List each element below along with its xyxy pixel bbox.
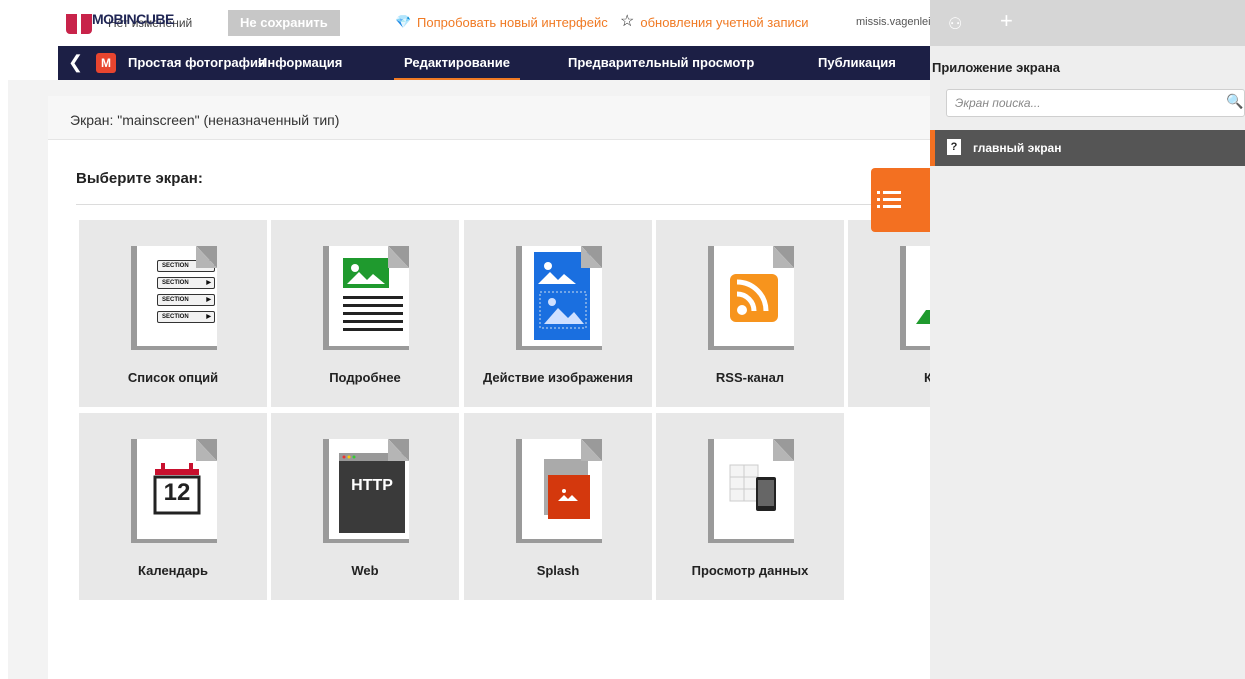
tile-splash[interactable]: Splash: [464, 413, 652, 600]
calendar-day: 12: [163, 479, 191, 506]
tile-label: Список опций: [127, 370, 219, 385]
main-nav: ❮ M Простая фотография Информация Редакт…: [58, 46, 930, 81]
sidebar-toolbar: ⚇ +: [930, 0, 1245, 46]
tab-information[interactable]: Информация: [258, 55, 342, 70]
choose-screen-heading: Выберите экран:: [76, 170, 203, 187]
web-icon: HTTP: [323, 439, 409, 543]
sidebar-item-main-screen[interactable]: ? главный экран: [930, 130, 1245, 166]
screen-panel: Экран: "mainscreen" (неназначенный тип) …: [48, 96, 930, 679]
tile-web[interactable]: HTTP Web: [271, 413, 459, 600]
calendar-icon: 12: [131, 439, 217, 543]
section-label: SECTION: [157, 294, 215, 306]
http-text: HTTP: [351, 477, 393, 494]
tile-options-list[interactable]: SECTION SECTION SECTION SECTION Список о…: [79, 220, 267, 407]
tile-calendar[interactable]: 12 Календарь: [79, 413, 267, 600]
mobincube-logo-icon[interactable]: [66, 10, 94, 36]
panel-title: Экран: "mainscreen" (неназначенный тип): [70, 112, 340, 128]
screen-list-toggle-button[interactable]: [871, 168, 930, 232]
screen-sidebar: ⚇ + Приложение экрана Экран поиска... 🔍 …: [930, 0, 1245, 679]
tile-label: Splash: [536, 563, 580, 578]
brand-name[interactable]: MOBINCUBE: [92, 11, 174, 27]
account-updates-label: обновления учетной записи: [640, 14, 809, 30]
tab-publish[interactable]: Публикация: [818, 55, 896, 70]
star-icon: ☆: [620, 13, 635, 30]
account-updates-link[interactable]: ☆ обновления учетной записи: [620, 14, 809, 30]
tile-label: Просмотр данных: [691, 563, 809, 578]
app-root: Нет изменений MOBINCUBE Не сохранить 💎 П…: [0, 0, 1245, 679]
tile-label: Календарь: [138, 563, 208, 578]
plus-icon[interactable]: +: [1000, 8, 1013, 34]
chevron-left-icon[interactable]: ❮: [68, 52, 83, 72]
data-view-icon: [708, 439, 794, 543]
unknown-type-icon: ?: [947, 139, 961, 155]
app-icon: M: [96, 53, 116, 73]
tile-rss[interactable]: RSS-канал: [656, 220, 844, 407]
app-name: Простая фотография: [128, 55, 266, 70]
tile-image-action[interactable]: Действие изображения: [464, 220, 652, 407]
tile-label: RSS-канал: [715, 370, 785, 385]
screen-search-input[interactable]: Экран поиска...: [946, 89, 1245, 117]
tab-editing[interactable]: Редактирование: [394, 55, 520, 81]
tile-data-view[interactable]: Просмотр данных: [656, 413, 844, 600]
map-icon: [900, 246, 930, 350]
tile-map[interactable]: К: [848, 220, 930, 407]
not-save-button[interactable]: Не сохранить: [228, 10, 340, 36]
image-action-icon: [516, 246, 602, 350]
diamond-icon: 💎: [395, 14, 412, 29]
splash-icon: [516, 439, 602, 543]
tree-icon[interactable]: ⚇: [948, 14, 962, 34]
section-list-icon: SECTION SECTION SECTION SECTION: [131, 246, 217, 350]
sidebar-title: Приложение экрана: [932, 60, 1061, 75]
detail-icon: [323, 246, 409, 350]
rss-icon: [708, 246, 794, 350]
section-label: SECTION: [157, 311, 215, 323]
try-new-interface-label: Попробовать новый интерфейс: [417, 14, 608, 30]
search-icon[interactable]: 🔍: [1226, 93, 1243, 110]
panel-header: Экран: "mainscreen" (неназначенный тип): [48, 96, 930, 140]
tab-preview[interactable]: Предварительный просмотр: [568, 55, 754, 70]
tile-label: Подробнее: [329, 370, 401, 385]
left-strip: [0, 80, 8, 679]
tile-detail[interactable]: Подробнее: [271, 220, 459, 407]
section-label: SECTION: [157, 277, 215, 289]
tile-label: Web: [351, 563, 379, 578]
user-email[interactable]: missis.vagenleitner: [856, 16, 930, 28]
top-bar: Нет изменений MOBINCUBE Не сохранить 💎 П…: [0, 0, 930, 46]
sidebar-item-label: главный экран: [973, 141, 1062, 155]
tile-label: Действие изображения: [482, 370, 634, 385]
divider: [76, 204, 930, 205]
try-new-interface-link[interactable]: 💎 Попробовать новый интерфейс: [395, 14, 608, 30]
